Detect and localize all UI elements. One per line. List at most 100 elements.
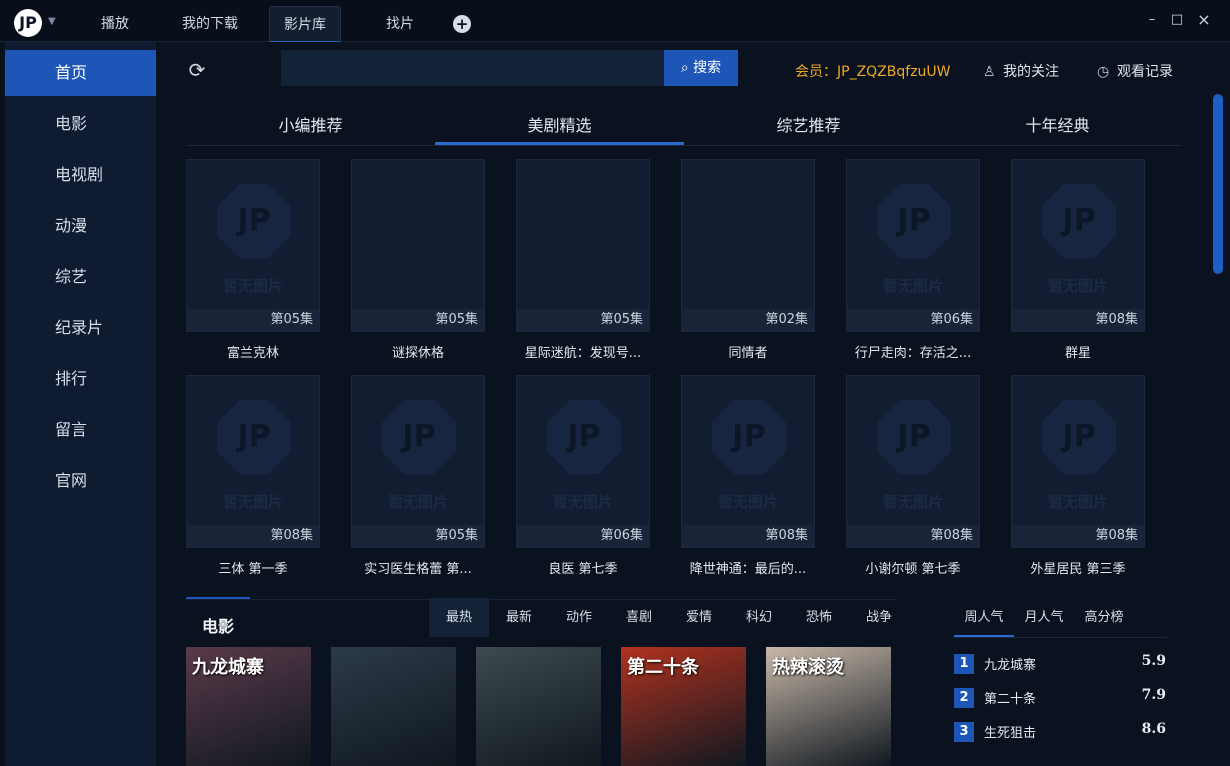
episode-badge: 第06集 bbox=[517, 525, 649, 547]
show-card[interactable]: JP 暂无图片 第08集 三体 第一季 bbox=[186, 375, 320, 583]
close-icon[interactable]: × bbox=[1194, 10, 1214, 30]
sidebar-item-website[interactable]: 官网 bbox=[5, 458, 156, 504]
show-poster[interactable]: JP 暂无图片 第06集 bbox=[516, 375, 650, 548]
sidebar-item-anime[interactable]: 动漫 bbox=[5, 203, 156, 249]
episode-badge: 第05集 bbox=[352, 525, 484, 547]
show-poster[interactable]: JP 暂无图片 第05集 bbox=[351, 375, 485, 548]
show-card[interactable]: JP 暂无图片 第05集 实习医生格蕾 第... bbox=[351, 375, 485, 583]
show-title[interactable]: 星际迷航：发现号... bbox=[508, 342, 658, 361]
sidebar-item-movies[interactable]: 电影 bbox=[5, 101, 156, 147]
tab-variety-picks[interactable]: 综艺推荐 bbox=[684, 107, 933, 145]
placeholder-logo-icon: JP bbox=[217, 184, 291, 258]
genre-tab[interactable]: 最热 bbox=[429, 598, 489, 637]
episode-badge: 第08集 bbox=[1012, 525, 1144, 547]
placeholder-text: 暂无图片 bbox=[552, 493, 613, 511]
show-title[interactable]: 三体 第一季 bbox=[178, 558, 328, 577]
rank-title[interactable]: 第二十条 bbox=[984, 688, 1036, 707]
refresh-icon[interactable]: ⟳ bbox=[185, 58, 209, 82]
tab-monthly[interactable]: 月人气 bbox=[1014, 598, 1074, 637]
rank-title[interactable]: 生死狙击 bbox=[984, 722, 1036, 741]
tab-editor-picks[interactable]: 小编推荐 bbox=[186, 107, 435, 145]
genre-tab[interactable]: 科幻 bbox=[729, 598, 789, 637]
show-poster[interactable]: JP 暂无图片 第05集 bbox=[186, 159, 320, 332]
tab-play[interactable]: 播放 bbox=[84, 6, 146, 42]
ranking-row[interactable]: 1 九龙城寨 5.9 bbox=[954, 647, 1168, 681]
sidebar-item-tv[interactable]: 电视剧 bbox=[5, 152, 156, 198]
search-button[interactable]: ⌕ 搜索 bbox=[664, 50, 738, 86]
tab-find[interactable]: 找片 bbox=[370, 6, 430, 42]
genre-tab[interactable]: 战争 bbox=[849, 598, 909, 637]
history-link[interactable]: ◷ 观看记录 bbox=[1097, 61, 1173, 81]
show-poster[interactable]: 第05集 bbox=[351, 159, 485, 332]
show-card[interactable]: 第05集 谜探休格 bbox=[351, 159, 485, 367]
show-poster[interactable]: JP 暂无图片 第08集 bbox=[846, 375, 980, 548]
movie-poster[interactable] bbox=[331, 647, 456, 766]
ranking-row[interactable]: 3 生死狙击 8.6 bbox=[954, 715, 1168, 749]
sidebar-item-documentary[interactable]: 纪录片 bbox=[5, 305, 156, 351]
movie-poster[interactable] bbox=[476, 647, 601, 766]
show-title[interactable]: 良医 第七季 bbox=[508, 558, 658, 577]
sidebar-item-messages[interactable]: 留言 bbox=[5, 407, 156, 453]
show-title[interactable]: 实习医生格蕾 第... bbox=[343, 558, 493, 577]
show-poster[interactable]: JP 暂无图片 第08集 bbox=[681, 375, 815, 548]
placeholder-text: 暂无图片 bbox=[1047, 277, 1108, 295]
show-poster[interactable]: 第02集 bbox=[681, 159, 815, 332]
sidebar-item-home[interactable]: 首页 bbox=[5, 50, 156, 96]
genre-tab[interactable]: 最新 bbox=[489, 598, 549, 637]
episode-badge: 第08集 bbox=[187, 525, 319, 547]
rank-title[interactable]: 九龙城寨 bbox=[984, 654, 1036, 673]
follow-link[interactable]: ♙ 我的关注 bbox=[983, 61, 1059, 81]
show-title[interactable]: 同情者 bbox=[673, 342, 823, 361]
minimize-icon[interactable]: – bbox=[1142, 10, 1162, 30]
tab-us-drama[interactable]: 美剧精选 bbox=[435, 107, 684, 145]
show-card[interactable]: JP 暂无图片 第08集 小谢尔顿 第七季 bbox=[846, 375, 980, 583]
show-title[interactable]: 外星居民 第三季 bbox=[1003, 558, 1153, 577]
genre-tab[interactable]: 恐怖 bbox=[789, 598, 849, 637]
scrollbar-thumb[interactable] bbox=[1213, 94, 1223, 274]
placeholder-logo-icon: JP bbox=[1042, 184, 1116, 258]
show-card[interactable]: 第02集 同情者 bbox=[681, 159, 815, 367]
tab-weekly[interactable]: 周人气 bbox=[954, 598, 1014, 637]
placeholder-logo-icon: JP bbox=[712, 400, 786, 474]
maximize-icon[interactable]: □ bbox=[1167, 10, 1187, 30]
tab-downloads[interactable]: 我的下载 bbox=[174, 6, 246, 42]
show-title[interactable]: 行尸走肉：存活之... bbox=[838, 342, 988, 361]
show-poster[interactable]: JP 暂无图片 第08集 bbox=[1011, 375, 1145, 548]
show-title[interactable]: 群星 bbox=[1003, 342, 1153, 361]
chevron-down-icon[interactable]: ▼ bbox=[48, 16, 56, 27]
episode-badge: 第02集 bbox=[682, 309, 814, 331]
genre-tab[interactable]: 动作 bbox=[549, 598, 609, 637]
show-card[interactable]: JP 暂无图片 第08集 群星 bbox=[1011, 159, 1145, 367]
search-input[interactable] bbox=[281, 50, 665, 86]
vip-status[interactable]: 会员：JP_ZQZBqfzuUW bbox=[795, 61, 951, 81]
genre-tab[interactable]: 爱情 bbox=[669, 598, 729, 637]
show-title[interactable]: 富兰克林 bbox=[178, 342, 328, 361]
show-poster[interactable]: JP 暂无图片 第08集 bbox=[1011, 159, 1145, 332]
show-card[interactable]: 第05集 星际迷航：发现号... bbox=[516, 159, 650, 367]
episode-badge: 第08集 bbox=[847, 525, 979, 547]
tab-top-rated[interactable]: 高分榜 bbox=[1074, 598, 1134, 637]
tab-classics[interactable]: 十年经典 bbox=[933, 107, 1182, 145]
sidebar-item-variety[interactable]: 综艺 bbox=[5, 254, 156, 300]
show-poster[interactable]: JP 暂无图片 第08集 bbox=[186, 375, 320, 548]
show-title[interactable]: 谜探休格 bbox=[343, 342, 493, 361]
app-logo[interactable]: JP bbox=[14, 9, 42, 37]
show-title[interactable]: 降世神通：最后的... bbox=[673, 558, 823, 577]
show-card[interactable]: JP 暂无图片 第08集 降世神通：最后的... bbox=[681, 375, 815, 583]
show-poster[interactable]: 第05集 bbox=[516, 159, 650, 332]
placeholder-text: 暂无图片 bbox=[222, 277, 283, 295]
movie-poster[interactable]: 九龙城寨 bbox=[186, 647, 311, 766]
show-card[interactable]: JP 暂无图片 第06集 良医 第七季 bbox=[516, 375, 650, 583]
genre-tab[interactable]: 喜剧 bbox=[609, 598, 669, 637]
sidebar-item-ranking[interactable]: 排行 bbox=[5, 356, 156, 402]
movie-poster[interactable]: 热辣滚烫 bbox=[766, 647, 891, 766]
add-tab-icon[interactable]: + bbox=[453, 15, 471, 33]
tab-library[interactable]: 影片库 bbox=[269, 6, 341, 43]
show-poster[interactable]: JP 暂无图片 第06集 bbox=[846, 159, 980, 332]
movie-poster[interactable]: 第二十条 bbox=[621, 647, 746, 766]
show-card[interactable]: JP 暂无图片 第05集 富兰克林 bbox=[186, 159, 320, 367]
show-card[interactable]: JP 暂无图片 第06集 行尸走肉：存活之... bbox=[846, 159, 980, 367]
ranking-row[interactable]: 2 第二十条 7.9 bbox=[954, 681, 1168, 715]
show-title[interactable]: 小谢尔顿 第七季 bbox=[838, 558, 988, 577]
show-card[interactable]: JP 暂无图片 第08集 外星居民 第三季 bbox=[1011, 375, 1145, 583]
